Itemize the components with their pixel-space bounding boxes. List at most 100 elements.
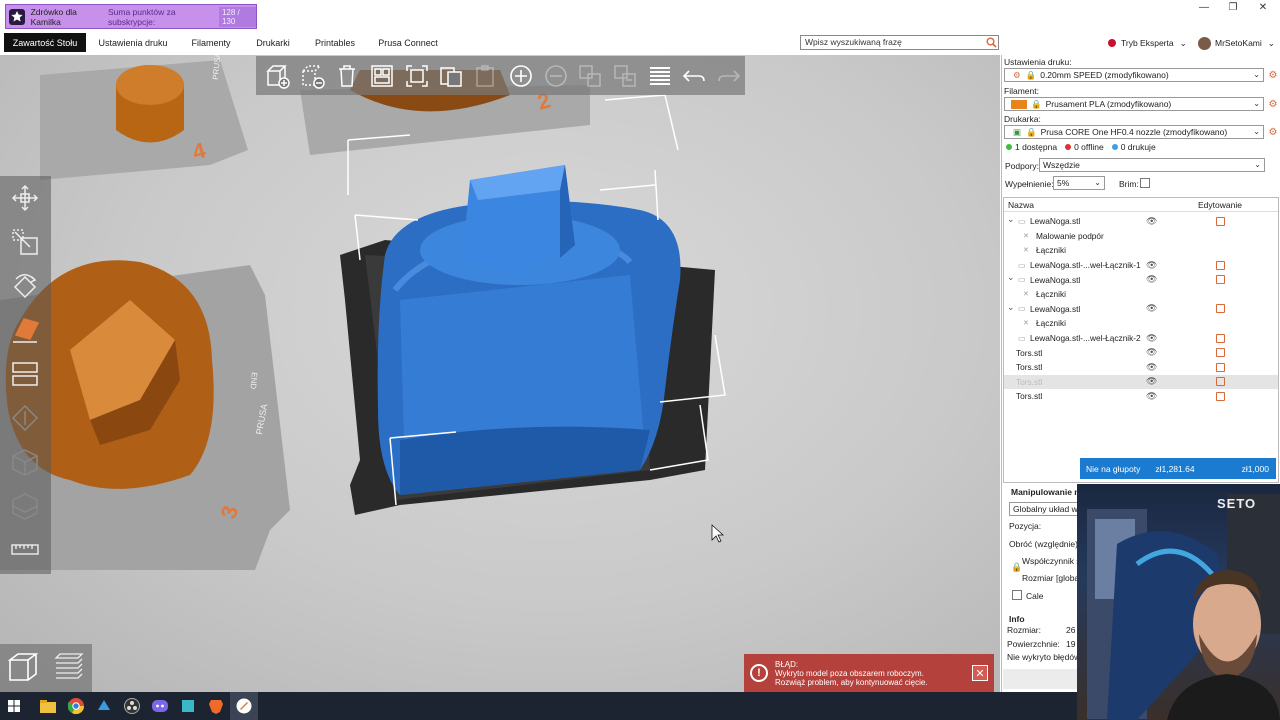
edit-settings-icon[interactable] [1216, 216, 1225, 226]
object-name: Tors.stl [1016, 376, 1043, 387]
app-icon-blue[interactable] [90, 692, 118, 720]
object-list-row[interactable]: Tors.stl 👁 [1004, 345, 1278, 360]
paint-supports-tool-icon[interactable] [7, 400, 43, 436]
file-explorer-icon[interactable] [34, 692, 62, 720]
visibility-eye-icon[interactable]: 👁 [1146, 376, 1157, 387]
seam-painting-tool-icon[interactable] [7, 444, 43, 480]
offline-status-icon [1065, 144, 1072, 150]
visibility-eye-icon[interactable]: 👁 [1146, 274, 1157, 285]
edit-settings-icon[interactable] [1216, 304, 1225, 314]
3d-view-icon[interactable] [6, 650, 40, 686]
delete-all-icon[interactable] [331, 60, 363, 92]
visibility-eye-icon[interactable]: 👁 [1146, 362, 1157, 373]
model-torso [377, 165, 681, 495]
obs-icon[interactable] [118, 692, 146, 720]
infill-combo[interactable]: 5% ⌄ [1053, 176, 1105, 190]
windows-start-icon[interactable] [0, 692, 28, 720]
scale-tool-icon[interactable] [7, 224, 43, 260]
inches-checkbox[interactable] [1012, 590, 1022, 600]
rotate-tool-icon[interactable] [7, 268, 43, 304]
filament-combo[interactable]: 🔒 Prusament PLA (zmodyfikowano) ⌄ [1004, 97, 1264, 111]
expand-chevron-icon[interactable]: ⌄ [1007, 272, 1015, 283]
copy-icon[interactable] [436, 60, 468, 92]
slice-button[interactable] [1003, 669, 1077, 689]
print-settings-combo[interactable]: ⚙ 🔒 0.20mm SPEED (zmodyfikowano) ⌄ [1004, 68, 1264, 82]
search-icon[interactable] [984, 35, 999, 50]
lock-icon[interactable]: 🔒 [1011, 562, 1022, 573]
object-list-row[interactable]: Tors.stl 👁 [1004, 374, 1278, 390]
maximize-button[interactable]: ❐ [1218, 0, 1248, 14]
visibility-eye-icon[interactable]: 👁 [1146, 347, 1157, 358]
visibility-eye-icon[interactable]: 👁 [1146, 391, 1157, 402]
tab-printables[interactable]: Printables [305, 33, 365, 52]
object-list-row[interactable]: ⌄ ▭ LewaNoga.stl 👁 [1004, 302, 1278, 317]
tab-print-settings[interactable]: Ustawienia druku [92, 33, 174, 52]
visibility-eye-icon[interactable]: 👁 [1146, 333, 1157, 344]
close-icon[interactable]: ✕ [972, 665, 988, 681]
object-list-row[interactable]: ✕ Łączniki [1004, 287, 1278, 302]
3d-viewport[interactable]: 4 2 3 PRUSA PRUSA END [0, 55, 1000, 692]
expand-chevron-icon[interactable]: ⌄ [1007, 302, 1015, 313]
visibility-eye-icon[interactable]: 👁 [1146, 303, 1157, 314]
object-list-row[interactable]: ✕ Malowanie podpór [1004, 229, 1278, 244]
edit-settings-icon[interactable] [1216, 348, 1225, 358]
chrome-icon[interactable] [62, 692, 90, 720]
edit-settings-icon[interactable] [1216, 333, 1225, 343]
paste-icon[interactable] [470, 60, 502, 92]
object-list-row[interactable]: ✕ Łączniki [1004, 316, 1278, 331]
redo-icon[interactable] [713, 60, 745, 92]
edit-settings-icon[interactable] [1216, 260, 1225, 270]
object-list-row[interactable]: ▭ LewaNoga.stl-...wel-Łącznik-1 👁 [1004, 258, 1278, 273]
discord-icon[interactable] [146, 692, 174, 720]
object-list-row[interactable]: Tors.stl 👁 [1004, 360, 1278, 375]
tab-filaments[interactable]: Filamenty [180, 33, 242, 52]
search-input[interactable]: Wpisz wyszukiwaną frazę [800, 35, 999, 50]
undo-icon[interactable] [679, 60, 711, 92]
remove-instance-icon[interactable] [540, 60, 572, 92]
expand-chevron-icon[interactable]: ⌄ [1007, 214, 1015, 225]
delete-object-icon[interactable] [297, 60, 329, 92]
printer-gear-icon[interactable]: ⚙ [1267, 126, 1279, 138]
print-settings-gear-icon[interactable]: ⚙ [1267, 69, 1279, 81]
minimize-button[interactable]: — [1189, 0, 1219, 14]
app-icon-teal[interactable] [174, 692, 202, 720]
edit-settings-icon[interactable] [1216, 377, 1225, 387]
split-objects-icon[interactable] [574, 60, 606, 92]
brave-icon[interactable] [202, 692, 230, 720]
measure-tool-icon[interactable] [7, 532, 43, 568]
visibility-eye-icon[interactable]: 👁 [1146, 216, 1157, 227]
printer-combo[interactable]: ▣ 🔒 Prusa CORE One HF0.4 nozzle (zmodyfi… [1004, 125, 1264, 139]
tab-plater[interactable]: Zawartość Stołu [4, 33, 86, 52]
tab-printers[interactable]: Drukarki [246, 33, 300, 52]
object-name: LewaNoga.stl [1030, 274, 1081, 285]
mmu-painting-tool-icon[interactable] [7, 488, 43, 524]
variable-layer-height-icon[interactable] [644, 60, 676, 92]
prusaslicer-icon[interactable] [230, 692, 258, 720]
object-list-row[interactable]: ✕ Łączniki [1004, 243, 1278, 258]
split-parts-icon[interactable] [609, 60, 641, 92]
tab-prusa-connect[interactable]: Prusa Connect [370, 33, 446, 52]
object-list-row[interactable]: ⌄ ▭ LewaNoga.stl 👁 [1004, 214, 1278, 229]
close-button[interactable]: ✕ [1248, 0, 1278, 14]
object-list-row[interactable]: ⌄ ▭ LewaNoga.stl 👁 [1004, 272, 1278, 287]
preview-view-icon[interactable] [52, 650, 86, 686]
object-list-row[interactable]: ▭ LewaNoga.stl-...wel-Łącznik-2 👁 [1004, 331, 1278, 346]
place-on-face-tool-icon[interactable] [7, 312, 43, 348]
move-tool-icon[interactable] [7, 180, 43, 216]
object-list-row[interactable]: Tors.stl 👁 [1004, 389, 1278, 404]
arrange-selection-icon[interactable] [401, 60, 433, 92]
arrange-icon[interactable] [366, 60, 398, 92]
visibility-eye-icon[interactable]: 👁 [1146, 260, 1157, 271]
brim-checkbox[interactable] [1140, 178, 1150, 188]
edit-settings-icon[interactable] [1216, 275, 1225, 285]
user-menu[interactable]: MrSetoKami ⌄ [1198, 35, 1275, 51]
add-instance-icon[interactable] [505, 60, 537, 92]
edit-settings-icon[interactable] [1216, 362, 1225, 372]
cut-tool-icon[interactable] [7, 356, 43, 392]
edit-settings-icon[interactable] [1216, 391, 1225, 401]
filament-gear-icon[interactable]: ⚙ [1267, 98, 1279, 110]
mode-selector[interactable]: Tryb Eksperta ⌄ [1108, 36, 1187, 50]
expert-mode-icon [1108, 39, 1116, 47]
supports-combo[interactable]: Wszędzie ⌄ [1039, 158, 1265, 172]
add-object-icon[interactable] [262, 60, 294, 92]
